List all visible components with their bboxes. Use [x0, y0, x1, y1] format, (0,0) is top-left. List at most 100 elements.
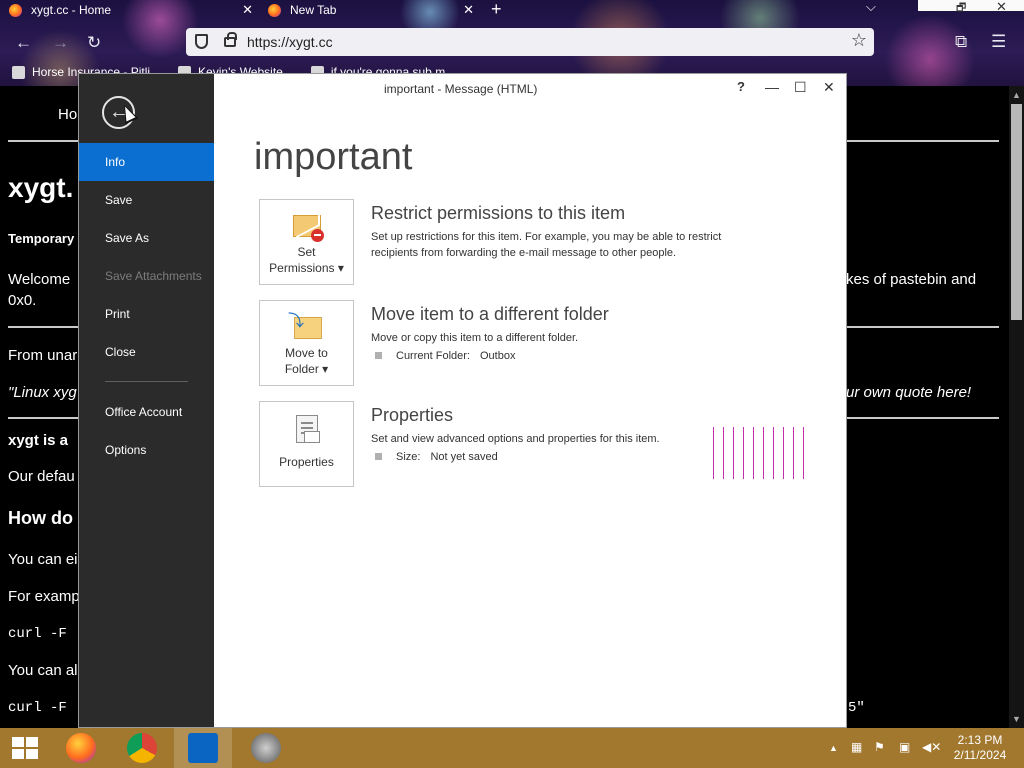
firefox-favicon-icon	[268, 3, 281, 17]
instructions-text: You can ei	[8, 551, 78, 568]
extensions-icon[interactable]: ⧉	[955, 32, 967, 52]
url-text[interactable]: https://xygt.cc	[247, 34, 333, 50]
help-icon[interactable]: ?	[737, 79, 745, 94]
outlook-icon	[188, 733, 218, 763]
sidebar-item-options[interactable]: Options	[79, 431, 214, 469]
taskbar-firefox[interactable]	[52, 728, 110, 768]
default-text: Our defau	[8, 468, 75, 485]
page-scrollbar[interactable]: ▲ ▼	[1009, 86, 1024, 728]
bullet-icon	[375, 453, 382, 460]
code-example-end: 5"	[848, 700, 865, 716]
section-title: Properties	[371, 405, 454, 425]
tab-title: New Tab	[290, 3, 337, 17]
sidebar-divider	[105, 381, 188, 382]
new-tab-button[interactable]: +	[491, 0, 502, 20]
loading-indicator	[713, 427, 808, 481]
url-bar[interactable]: https://xygt.cc ☆	[186, 28, 874, 56]
section-description: Set up restrictions for this item. For e…	[371, 231, 722, 243]
display-icon[interactable]: ▣	[899, 740, 910, 754]
bookmark-favicon-icon	[12, 65, 25, 79]
outlook-message-window: ← Info Save Save As Save Attachments Pri…	[79, 74, 846, 727]
restore-window-icon[interactable]: 🗗	[956, 0, 966, 18]
sidebar-item-close[interactable]: Close	[79, 333, 214, 371]
forward-arrow-icon[interactable]: →	[52, 33, 69, 53]
window-controls-bar	[918, 0, 1024, 11]
maximize-icon[interactable]: ☐	[794, 79, 807, 96]
reload-icon[interactable]: ↻	[87, 33, 101, 53]
scroll-down-icon[interactable]: ▼	[1012, 714, 1021, 724]
chrome-icon	[127, 733, 157, 763]
nav-home-link[interactable]: Ho	[58, 106, 77, 123]
kv-key: Size:	[396, 451, 421, 463]
tile-label: Set	[297, 245, 316, 259]
network-icon[interactable]: ▦	[851, 740, 862, 754]
windows-logo-icon	[12, 737, 24, 747]
section-description: Set and view advanced options and proper…	[371, 433, 660, 445]
set-permissions-button[interactable]: Set Permissions ▾	[259, 199, 354, 285]
kv-key: Current Folder:	[396, 350, 470, 362]
action-center-flag-icon[interactable]: ⚑	[874, 740, 885, 754]
quote-text: "Linux xyg	[8, 384, 77, 401]
tile-label: Move to	[285, 346, 328, 360]
scroll-up-icon[interactable]: ▲	[1012, 90, 1021, 100]
sidebar-item-info[interactable]: Info	[79, 143, 214, 181]
taskbar: ▲ ▦ ⚑ ▣ ◀✕ 2:13 PM 2/11/2024	[0, 728, 1024, 768]
taskbar-chrome[interactable]	[113, 728, 171, 768]
tab-new-tab[interactable]: New Tab ✕	[268, 0, 474, 20]
tab-list-dropdown-icon[interactable]: ⌵	[866, 0, 876, 15]
move-arrow-icon: ⤵	[288, 313, 305, 330]
close-icon[interactable]: ✕	[823, 79, 835, 96]
scrollbar-thumb[interactable]	[1011, 104, 1022, 320]
tray-chevron-icon[interactable]: ▲	[829, 743, 838, 753]
also-text: You can al	[8, 662, 78, 679]
tile-label: Properties	[279, 455, 334, 469]
window-title: important - Message (HTML)	[384, 82, 538, 96]
taskbar-outlook[interactable]	[174, 728, 232, 768]
sidebar-item-save[interactable]: Save	[79, 181, 214, 219]
tile-label: Folder ▾	[284, 362, 329, 376]
firefox-favicon-icon	[9, 3, 22, 17]
sidebar-item-save-as[interactable]: Save As	[79, 219, 214, 257]
tab-xygt-home[interactable]: xygt.cc - Home ✕	[9, 0, 253, 20]
close-window-icon[interactable]: ✕	[996, 0, 1007, 15]
back-arrow-icon[interactable]: ←	[15, 33, 32, 53]
sidebar-item-save-attachments: Save Attachments	[105, 269, 202, 283]
menu-icon[interactable]: ☰	[991, 32, 1006, 52]
section-description: recipients from forwarding the e-mail me…	[371, 247, 677, 259]
section-title: Move item to a different folder	[371, 304, 609, 324]
volume-muted-icon[interactable]: ◀✕	[922, 740, 941, 754]
start-button[interactable]	[12, 737, 38, 759]
safari-icon	[251, 733, 281, 763]
tab-close-icon[interactable]: ✕	[463, 2, 474, 18]
about-text: xygt is a	[8, 432, 69, 449]
tile-label: Permissions ▾	[269, 261, 344, 275]
clock-date: 2/11/2024	[953, 748, 1007, 762]
firefox-icon	[66, 733, 96, 763]
taskbar-safari[interactable]	[237, 728, 295, 768]
section-description: Move or copy this item to a different fo…	[371, 332, 579, 344]
sidebar-item-office-account[interactable]: Office Account	[79, 393, 214, 431]
no-entry-icon	[311, 229, 324, 242]
current-folder-row: Current Folder: Outbox	[375, 350, 515, 362]
section-title: Restrict permissions to this item	[371, 203, 626, 223]
tracking-shield-icon[interactable]	[195, 34, 208, 49]
kv-value: Not yet saved	[430, 451, 498, 463]
howto-heading: How do	[8, 508, 73, 528]
properties-grid-icon	[304, 431, 320, 443]
tab-close-icon[interactable]: ✕	[242, 2, 253, 18]
properties-button[interactable]: Properties	[259, 401, 354, 487]
page-title: important	[254, 136, 413, 178]
clock-time: 2:13 PM	[957, 733, 1003, 747]
bookmark-star-icon[interactable]: ☆	[851, 30, 867, 51]
bullet-icon	[375, 352, 382, 359]
quote-text-right: ur own quote here!	[846, 384, 972, 401]
sidebar-item-print[interactable]: Print	[79, 295, 214, 333]
lock-icon[interactable]	[224, 32, 237, 47]
welcome-text-right: kes of pastebin and	[846, 271, 977, 288]
kv-value: Outbox	[479, 350, 516, 362]
move-to-folder-button[interactable]: ⤵ Move to Folder ▾	[259, 300, 354, 386]
code-example: curl -F	[8, 700, 67, 716]
example-text: For examp	[8, 588, 80, 605]
system-clock[interactable]: 2:13 PM 2/11/2024	[950, 733, 1010, 763]
minimize-icon[interactable]: —	[765, 79, 779, 95]
